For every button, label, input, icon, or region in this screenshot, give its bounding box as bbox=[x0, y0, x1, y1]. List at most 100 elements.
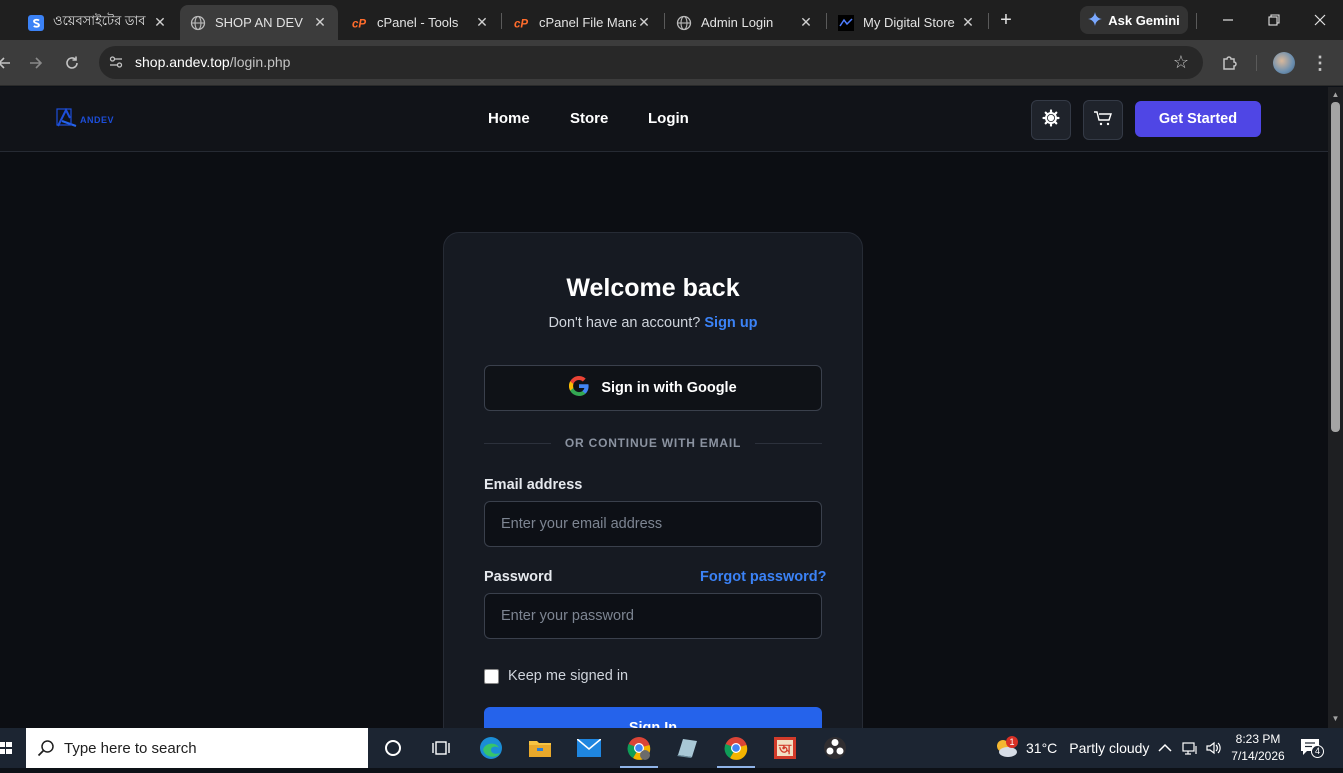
file-explorer-icon[interactable] bbox=[525, 733, 555, 763]
search-placeholder: Type here to search bbox=[64, 739, 197, 757]
tab-my-digital-store[interactable]: My Digital Store ✕ bbox=[828, 5, 986, 40]
remember-me: Keep me signed in bbox=[484, 668, 628, 684]
cart-icon bbox=[1093, 109, 1113, 132]
new-tab-button[interactable]: + bbox=[994, 9, 1018, 33]
mail-icon[interactable] bbox=[574, 733, 604, 763]
edge-browser-icon[interactable] bbox=[476, 733, 506, 763]
tab-title: SHOP AN DEV bbox=[215, 15, 303, 30]
tab-shop-an-dev[interactable]: SHOP AN DEV ✕ bbox=[180, 5, 338, 40]
logo-mark-icon bbox=[56, 107, 78, 133]
password-label: Password bbox=[484, 569, 553, 585]
divider-line bbox=[484, 442, 551, 444]
close-icon[interactable]: ✕ bbox=[474, 14, 490, 31]
back-arrow-icon[interactable] bbox=[0, 51, 16, 75]
theme-toggle-button[interactable] bbox=[1031, 100, 1071, 140]
gemini-sparkle-icon bbox=[1088, 11, 1103, 29]
address-bar[interactable]: shop.andev.top/login.php ☆ bbox=[99, 46, 1203, 79]
windows-start-icon[interactable] bbox=[0, 728, 14, 768]
network-icon[interactable] bbox=[1182, 728, 1198, 768]
show-hidden-icons-icon[interactable] bbox=[1158, 728, 1172, 768]
site-settings-icon[interactable] bbox=[108, 54, 124, 70]
nav-store[interactable]: Store bbox=[570, 110, 608, 127]
chrome-icon[interactable] bbox=[717, 733, 755, 768]
task-view-icon[interactable] bbox=[426, 733, 456, 763]
ask-gemini-button[interactable]: Ask Gemini bbox=[1080, 6, 1188, 34]
close-icon[interactable]: ✕ bbox=[312, 14, 328, 31]
close-icon[interactable]: ✕ bbox=[960, 14, 976, 31]
logo-text: ANDEV bbox=[80, 115, 115, 125]
cortana-icon[interactable] bbox=[378, 733, 408, 763]
scroll-down-icon[interactable]: ▼ bbox=[1331, 714, 1340, 723]
taskbar-search-box[interactable]: Type here to search bbox=[26, 728, 368, 768]
obs-icon[interactable] bbox=[820, 733, 850, 763]
page-scrollbar[interactable]: ▲ ▼ bbox=[1328, 87, 1343, 728]
scrollbar-thumb[interactable] bbox=[1331, 102, 1340, 432]
clock-date: 7/14/2026 bbox=[1231, 749, 1285, 763]
search-icon bbox=[37, 739, 55, 757]
windows-taskbar: Type here to search অ 1 31°C Partly clou… bbox=[0, 728, 1343, 768]
close-window-icon[interactable] bbox=[1307, 8, 1333, 32]
notification-center-icon[interactable]: 4 bbox=[1300, 728, 1324, 768]
volume-icon[interactable] bbox=[1205, 728, 1223, 768]
weather-desc: Partly cloudy bbox=[1069, 740, 1150, 756]
cpanel-icon: cP bbox=[352, 15, 368, 31]
tab-bengali-site[interactable]: ওয়েবসাইটের ডাব ✕ bbox=[18, 5, 178, 40]
tab-cpanel-file-manager[interactable]: cP cPanel File Mana ✕ bbox=[504, 5, 662, 40]
weather-widget[interactable]: 1 31°C Partly cloudy bbox=[994, 728, 1149, 768]
divider-line bbox=[755, 442, 823, 444]
bookmark-star-icon[interactable]: ☆ bbox=[1173, 52, 1189, 73]
stripe-s-icon bbox=[28, 14, 44, 31]
more-menu-icon[interactable]: ⋮ bbox=[1310, 50, 1330, 76]
browser-tab-strip: ওয়েবসাইটের ডাব ✕ SHOP AN DEV ✕ cP cPane… bbox=[0, 0, 1343, 40]
divider-text: OR CONTINUE WITH EMAIL bbox=[564, 436, 742, 450]
nav-home[interactable]: Home bbox=[488, 110, 530, 127]
remember-label: Keep me signed in bbox=[508, 668, 629, 684]
page-viewport: ANDEV Home Store Login Get Started Welco… bbox=[0, 87, 1328, 728]
globe-icon bbox=[676, 15, 692, 31]
sign-in-button[interactable]: Sign In bbox=[484, 707, 822, 728]
page-title: Welcome back bbox=[566, 274, 740, 302]
tab-separator bbox=[826, 13, 827, 29]
tab-cpanel-tools[interactable]: cP cPanel - Tools ✕ bbox=[342, 5, 500, 40]
remember-checkbox[interactable] bbox=[484, 668, 499, 684]
close-icon[interactable]: ✕ bbox=[152, 14, 168, 31]
password-field[interactable] bbox=[484, 593, 822, 639]
tab-separator bbox=[1196, 13, 1197, 29]
chrome-profile-icon[interactable] bbox=[620, 733, 658, 768]
url-path: /login.php bbox=[229, 54, 291, 70]
notes-app-icon[interactable] bbox=[672, 733, 702, 763]
restore-icon[interactable] bbox=[1261, 8, 1287, 32]
signup-link[interactable]: Sign up bbox=[704, 315, 757, 331]
cpanel-icon: cP bbox=[514, 15, 530, 31]
email-field[interactable] bbox=[484, 501, 822, 547]
reload-icon[interactable] bbox=[60, 51, 84, 75]
login-card: Welcome back Don't have an account? Sign… bbox=[443, 232, 863, 728]
tab-separator bbox=[664, 13, 665, 29]
site-logo[interactable]: ANDEV bbox=[56, 107, 136, 133]
forward-arrow-icon[interactable] bbox=[24, 51, 48, 75]
cart-button[interactable] bbox=[1083, 100, 1123, 140]
close-icon[interactable]: ✕ bbox=[798, 14, 814, 31]
url-domain: shop.andev.top bbox=[135, 54, 230, 70]
toolbar-separator bbox=[1256, 55, 1257, 71]
google-signin-button[interactable]: Sign in with Google bbox=[484, 365, 822, 411]
profile-avatar[interactable] bbox=[1273, 52, 1295, 74]
clock-time: 8:23 PM bbox=[1235, 732, 1281, 746]
svg-text:cP: cP bbox=[514, 18, 528, 30]
tab-title: cPanel - Tools bbox=[377, 15, 459, 30]
divider: OR CONTINUE WITH EMAIL bbox=[484, 435, 823, 451]
extensions-icon[interactable] bbox=[1220, 53, 1240, 73]
tab-admin-login[interactable]: Admin Login ✕ bbox=[666, 5, 824, 40]
close-icon[interactable]: ✕ bbox=[636, 14, 652, 31]
get-started-button[interactable]: Get Started bbox=[1135, 101, 1261, 137]
svg-text:অ: অ bbox=[778, 741, 792, 757]
system-clock[interactable]: 8:23 PM 7/14/2026 bbox=[1226, 731, 1290, 765]
globe-icon bbox=[190, 15, 206, 31]
google-icon bbox=[569, 376, 589, 400]
scroll-up-icon[interactable]: ▲ bbox=[1331, 90, 1340, 99]
app-red-icon[interactable]: অ bbox=[770, 733, 800, 763]
minimize-icon[interactable] bbox=[1215, 8, 1241, 32]
nav-login[interactable]: Login bbox=[648, 110, 689, 127]
forgot-password-link[interactable]: Forgot password? bbox=[700, 569, 826, 585]
tab-title: My Digital Store bbox=[863, 15, 955, 30]
